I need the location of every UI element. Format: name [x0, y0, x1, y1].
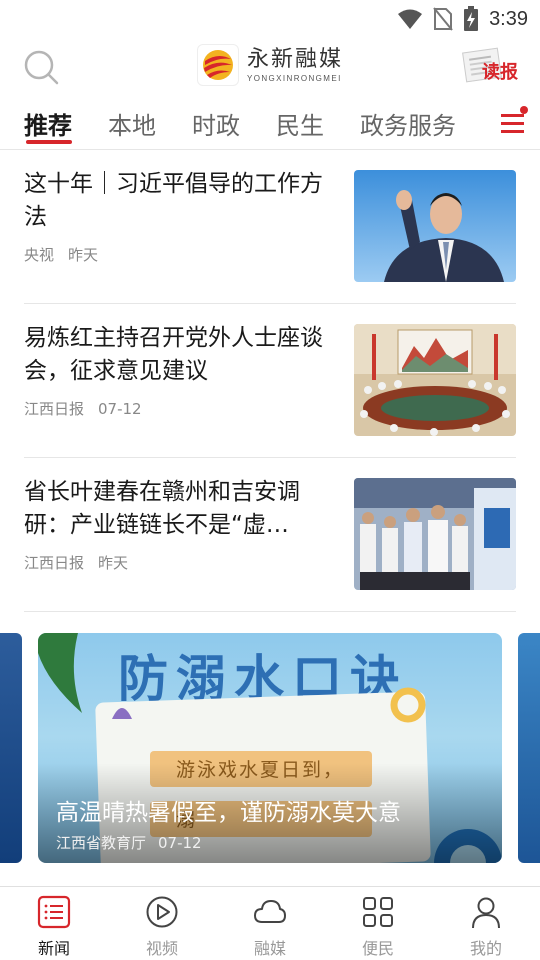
notification-dot — [520, 106, 528, 114]
news-meta: 央视 昨天 — [24, 244, 98, 265]
nav-label: 新闻 — [37, 939, 70, 958]
news-item[interactable]: 这十年｜习近平倡导的工作方法 央视 昨天 — [24, 150, 516, 304]
news-title: 这十年｜习近平倡导的工作方法 — [24, 171, 323, 230]
tab-government-services[interactable]: 政务服务 — [360, 106, 456, 141]
category-tabs: 推荐 本地 时政 民生 政务服务 — [0, 98, 540, 150]
nav-label: 便民 — [361, 939, 394, 958]
carousel-date: 07-12 — [158, 834, 202, 852]
nav-news[interactable]: 新闻 — [14, 895, 94, 959]
nav-media[interactable]: 融媒 — [230, 895, 310, 959]
carousel-source: 江西省教育厅 — [56, 834, 147, 852]
grid-icon — [363, 897, 393, 927]
news-meta: 江西日报 昨天 — [24, 552, 128, 573]
tab-local[interactable]: 本地 — [108, 106, 156, 141]
wifi-icon — [398, 9, 423, 29]
nav-label: 我的 — [469, 939, 502, 958]
nav-services[interactable]: 便民 — [338, 895, 418, 959]
bottom-navigation: 新闻 视频 融媒 便民 我的 — [0, 886, 540, 960]
nav-label: 视频 — [145, 939, 178, 958]
carousel-card[interactable]: 防溺水口诀 游泳戏水夏日到， 溺 高温晴热暑假至，谨防溺水莫大意 江西省教育厅0… — [38, 633, 502, 863]
news-item[interactable]: 省长叶建春在赣州和吉安调研：产业链链长不是“虚… 江西日报 昨天 — [24, 458, 516, 612]
menu-icon — [501, 114, 524, 117]
logo-icon — [203, 50, 233, 80]
logo-subtitle: YONGXINRONGMEI — [247, 73, 342, 83]
logo-mark — [197, 44, 239, 86]
no-sim-icon — [433, 7, 453, 31]
news-thumbnail — [354, 478, 516, 590]
app-header: 永新融媒 YONGXINRONGMEI 读报 — [0, 36, 540, 98]
news-thumbnail — [354, 170, 516, 282]
news-source: 央视 — [24, 246, 55, 264]
news-source: 江西日报 — [24, 554, 85, 572]
news-time: 昨天 — [98, 554, 129, 572]
tab-politics[interactable]: 时政 — [192, 106, 240, 141]
user-icon — [472, 897, 500, 929]
carousel-meta: 江西省教育厅 07-12 — [56, 832, 202, 853]
carousel-prev-card[interactable] — [0, 633, 22, 863]
news-title: 省长叶建春在赣州和吉安调研：产业链链长不是“虚… — [24, 479, 300, 538]
news-time: 07-12 — [98, 400, 142, 418]
play-icon — [146, 896, 178, 928]
status-time: 3:39 — [489, 7, 528, 30]
tab-recommend[interactable]: 推荐 — [24, 106, 72, 141]
news-list-icon — [37, 895, 71, 929]
carousel-next-card[interactable] — [518, 633, 540, 863]
news-title: 易炼红主持召开党外人士座谈会，征求意见建议 — [24, 325, 323, 384]
news-time: 昨天 — [68, 246, 99, 264]
logo-title: 永新融媒 — [247, 46, 344, 72]
shell-icon — [112, 708, 132, 719]
nav-label: 融媒 — [253, 939, 286, 958]
news-source: 江西日报 — [24, 400, 85, 418]
news-thumbnail — [354, 324, 516, 436]
status-bar: 3:39 — [0, 0, 540, 36]
search-icon — [24, 50, 59, 85]
battery-charging-icon — [464, 6, 479, 31]
read-newspaper-label: 读报 — [482, 62, 518, 83]
channel-menu-button[interactable] — [500, 106, 528, 136]
featured-carousel[interactable]: 防溺水口诀 游泳戏水夏日到， 溺 高温晴热暑假至，谨防溺水莫大意 江西省教育厅0… — [0, 633, 540, 865]
active-tab-indicator — [26, 140, 72, 144]
carousel-title: 高温晴热暑假至，谨防溺水莫大意 — [56, 800, 401, 826]
cloud-icon — [254, 900, 286, 923]
read-newspaper-button[interactable]: 读报 — [462, 46, 524, 86]
tab-livelihood[interactable]: 民生 — [276, 106, 324, 141]
news-item[interactable]: 易炼红主持召开党外人士座谈会，征求意见建议 江西日报 07-12 — [24, 304, 516, 458]
search-button[interactable] — [22, 48, 62, 88]
nav-video[interactable]: 视频 — [122, 895, 202, 959]
app-logo: 永新融媒 YONGXINRONGMEI — [197, 44, 343, 86]
lifebuoy-icon — [390, 687, 426, 723]
news-meta: 江西日报 07-12 — [24, 398, 142, 419]
nav-profile[interactable]: 我的 — [446, 895, 526, 959]
